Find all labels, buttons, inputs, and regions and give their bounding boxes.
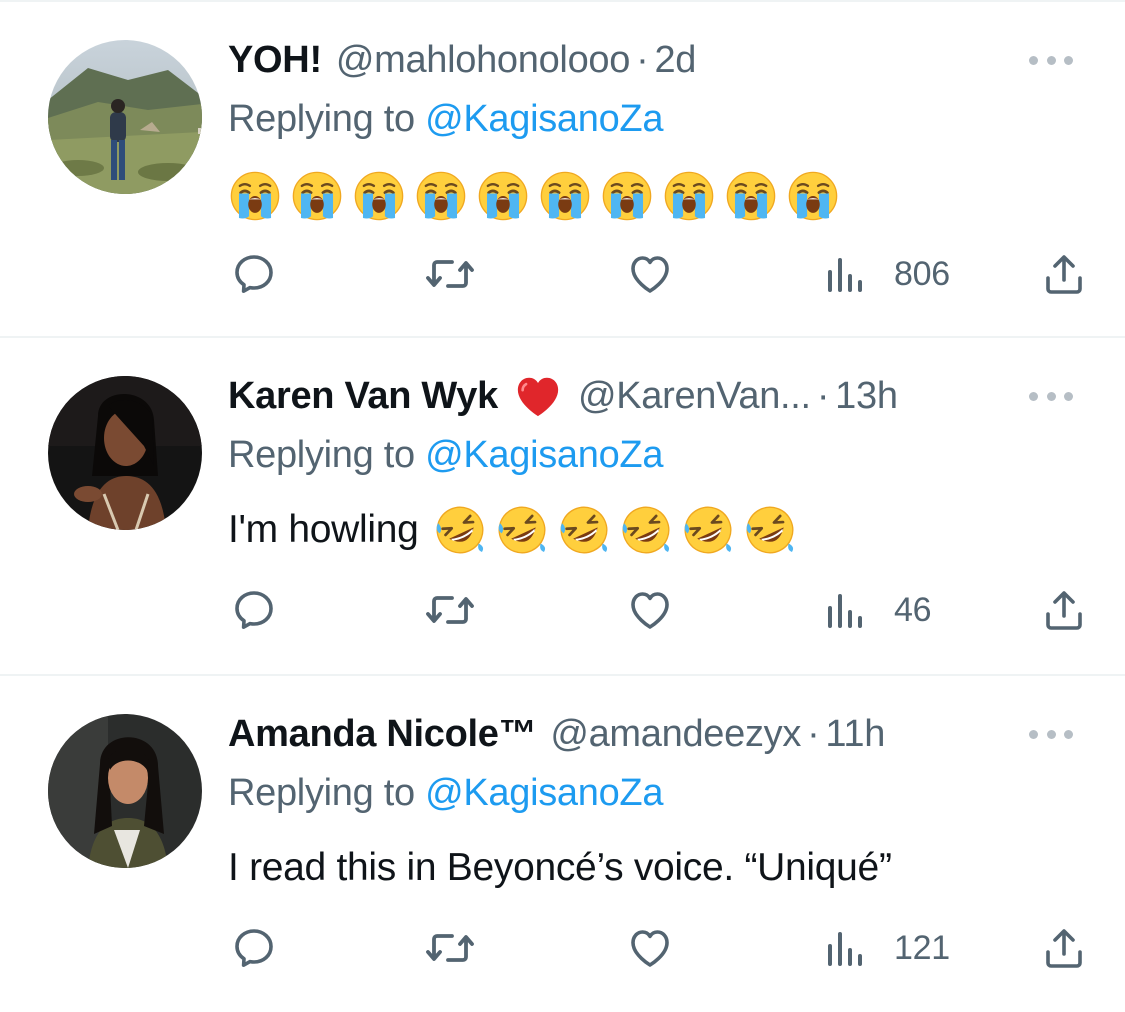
reply-icon: [235, 591, 273, 629]
heart-icon: [631, 256, 669, 293]
replying-to-line: Replying to @KagisanoZa: [228, 98, 663, 141]
user-handle[interactable]: @KarenVan...: [578, 375, 811, 418]
replying-prefix: Replying to: [228, 772, 426, 814]
reply-button[interactable]: [230, 582, 278, 638]
timestamp[interactable]: 13h: [835, 375, 898, 418]
display-name[interactable]: Karen Van Wyk: [228, 375, 498, 418]
emoji-row: [228, 169, 848, 223]
more-icon[interactable]: [1029, 728, 1073, 740]
retweet-button[interactable]: [424, 920, 476, 976]
rolling-on-floor-laughing-emoji: [495, 503, 549, 557]
tweet-text: I read this in Beyoncé’s voice. “Uniqué”: [228, 846, 892, 890]
share-icon: [1046, 929, 1082, 968]
share-icon: [1046, 591, 1082, 630]
user-handle[interactable]: @mahlohonolooo: [336, 39, 631, 82]
more-icon[interactable]: [1029, 390, 1073, 402]
views-count: 806: [894, 254, 950, 293]
rolling-on-floor-laughing-emoji: [681, 503, 735, 557]
retweet-icon: [426, 260, 474, 288]
loudly-crying-face-emoji: [352, 169, 406, 223]
action-bar: 806: [228, 246, 1098, 302]
user-handle[interactable]: @amandeezyx: [550, 713, 801, 756]
rolling-on-floor-laughing-emoji: [619, 503, 673, 557]
like-button[interactable]: [626, 920, 674, 976]
rolling-on-floor-laughing-emoji: [433, 503, 487, 557]
share-icon: [1046, 255, 1082, 294]
reply-tweet[interactable]: Karen Van Wyk @KarenVan... · 13h Replyin…: [0, 338, 1125, 676]
reply-button[interactable]: [230, 246, 278, 302]
loudly-crying-face-emoji: [414, 169, 468, 223]
reply-button[interactable]: [230, 920, 278, 976]
views-button[interactable]: 46: [826, 582, 932, 638]
display-name[interactable]: YOH!: [228, 39, 322, 82]
retweet-button[interactable]: [424, 246, 476, 302]
replying-prefix: Replying to: [228, 98, 426, 140]
display-name[interactable]: Amanda Nicole™: [228, 713, 537, 756]
separator-dot: ·: [636, 38, 649, 81]
share-button[interactable]: [1040, 582, 1088, 638]
timestamp[interactable]: 11h: [825, 713, 885, 756]
views-button[interactable]: 121: [826, 920, 950, 976]
loudly-crying-face-emoji: [290, 169, 344, 223]
like-button[interactable]: [626, 246, 674, 302]
tweet-text-content: I read this in Beyoncé’s voice. “Uniqué”: [228, 846, 892, 889]
replying-to-line: Replying to @KagisanoZa: [228, 772, 663, 815]
mention-link[interactable]: @KagisanoZa: [425, 772, 663, 814]
loudly-crying-face-emoji: [662, 169, 716, 223]
avatar[interactable]: [48, 40, 202, 194]
views-icon: [828, 932, 862, 966]
share-button[interactable]: [1040, 920, 1088, 976]
mention-link[interactable]: @KagisanoZa: [425, 434, 663, 476]
views-icon: [828, 258, 862, 292]
loudly-crying-face-emoji: [538, 169, 592, 223]
like-button[interactable]: [626, 582, 674, 638]
reply-icon: [235, 929, 273, 967]
reply-tweet[interactable]: YOH! @mahlohonolooo · 2d Replying to @Ka…: [0, 0, 1125, 338]
tweet-text-content: I'm howling: [228, 508, 419, 551]
retweet-icon: [426, 934, 474, 962]
emoji-row: [433, 503, 805, 557]
loudly-crying-face-emoji: [600, 169, 654, 223]
heart-icon: [631, 592, 669, 629]
reply-tweet[interactable]: Amanda Nicole™ @amandeezyx · 11h Replyin…: [0, 676, 1125, 1012]
views-count: 46: [894, 590, 932, 629]
retweet-button[interactable]: [424, 582, 476, 638]
rolling-on-floor-laughing-emoji: [743, 503, 797, 557]
loudly-crying-face-emoji: [228, 169, 282, 223]
avatar[interactable]: [48, 376, 202, 530]
loudly-crying-face-emoji: [476, 169, 530, 223]
reply-icon: [235, 255, 273, 293]
replying-to-line: Replying to @KagisanoZa: [228, 434, 663, 477]
tweet-header: Karen Van Wyk @KarenVan... · 13h: [228, 370, 1085, 422]
loudly-crying-face-emoji: [724, 169, 778, 223]
tweet-text: I'm howling: [228, 502, 805, 558]
action-bar: 46: [228, 582, 1098, 638]
action-bar: 121: [228, 920, 1098, 976]
replying-prefix: Replying to: [228, 434, 426, 476]
mention-link[interactable]: @KagisanoZa: [425, 98, 663, 140]
heart-icon: [631, 930, 669, 967]
rolling-on-floor-laughing-emoji: [557, 503, 611, 557]
avatar[interactable]: [48, 714, 202, 868]
share-button[interactable]: [1040, 246, 1088, 302]
views-icon: [828, 594, 862, 628]
separator-dot: ·: [807, 712, 820, 755]
loudly-crying-face-emoji: [786, 169, 840, 223]
tweet-header: YOH! @mahlohonolooo · 2d: [228, 34, 1085, 86]
tweet-text: [228, 168, 848, 224]
red-heart-emoji: [517, 377, 559, 417]
views-button[interactable]: 806: [826, 246, 950, 302]
tweet-header: Amanda Nicole™ @amandeezyx · 11h: [228, 708, 1085, 760]
views-count: 121: [894, 928, 950, 967]
separator-dot: ·: [816, 374, 830, 417]
more-icon[interactable]: [1029, 54, 1073, 66]
retweet-icon: [426, 596, 474, 624]
timestamp[interactable]: 2d: [654, 39, 696, 82]
